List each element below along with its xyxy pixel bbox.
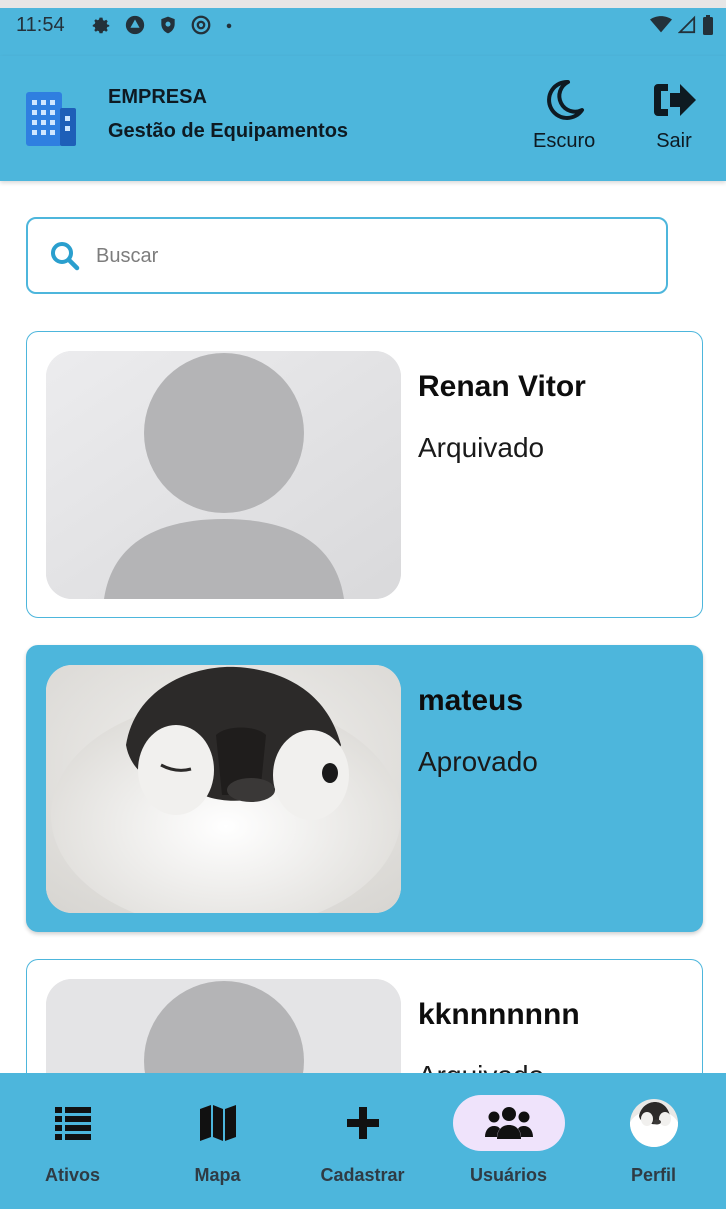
user-name: mateus [418, 684, 524, 717]
signal-icon [678, 15, 696, 34]
at-sign-icon [191, 15, 211, 35]
battery-icon [703, 15, 713, 35]
users-icon [484, 1107, 533, 1139]
search-icon [51, 242, 80, 271]
dark-mode-label: Escuro [533, 130, 596, 152]
nav-label: Perfil [630, 1165, 677, 1185]
status-notification-icons [90, 14, 234, 36]
nav-active-pill [452, 1095, 565, 1151]
nav-icon-container [307, 1095, 419, 1151]
status-time: 11:54 [16, 14, 65, 36]
map-icon [199, 1105, 236, 1141]
nav-item-mapa[interactable]: Mapa [145, 1073, 290, 1209]
nav-label: Mapa [194, 1165, 241, 1185]
moon-icon [547, 79, 585, 120]
user-status: Arquivado [418, 432, 545, 463]
company-name: EMPRESA [108, 86, 207, 108]
plus-icon [346, 1107, 379, 1139]
drive-icon [125, 15, 145, 35]
sign-out-icon [654, 84, 696, 116]
app-subtitle: Gestão de Equipamentos [108, 120, 349, 142]
profile-avatar-icon [629, 1099, 678, 1147]
nav-icon-container [598, 1095, 710, 1151]
nav-icon-container [162, 1095, 274, 1151]
user-status: Aprovado [418, 746, 538, 777]
bottom-navigation: Ativos Mapa Cadastrar Usuários Perfil [0, 1073, 726, 1209]
penguin-avatar-image [46, 665, 401, 913]
user-card-selected[interactable]: mateus Aprovado [26, 645, 703, 932]
user-name: kknnnnnnn [418, 998, 580, 1031]
nav-item-usuarios[interactable]: Usuários [436, 1073, 581, 1209]
building-icon [24, 88, 80, 153]
nav-label: Usuários [469, 1165, 548, 1185]
logout-label: Sair [656, 130, 692, 152]
dark-mode-button[interactable]: Escuro [533, 78, 595, 153]
logout-button[interactable]: Sair [650, 78, 698, 153]
nav-item-cadastrar[interactable]: Cadastrar [290, 1073, 435, 1209]
wifi-icon [650, 16, 672, 33]
user-card[interactable]: Renan Vitor Arquivado [26, 331, 703, 618]
search-input[interactable] [96, 237, 636, 275]
settings-gear-icon [92, 17, 110, 34]
dot-icon [226, 23, 232, 29]
default-avatar-image [46, 351, 401, 599]
nav-label: Cadastrar [320, 1165, 405, 1185]
nav-item-perfil[interactable]: Perfil [581, 1073, 726, 1209]
nav-icon-container [17, 1095, 129, 1151]
system-status-bar: 11:54 [0, 0, 726, 56]
status-system-icons [650, 14, 714, 36]
search-box [26, 217, 668, 294]
app-header: EMPRESA Gestão de Equipamentos Escuro Sa… [0, 56, 726, 181]
user-name: Renan Vitor [418, 370, 586, 403]
list-icon [54, 1107, 91, 1140]
shield-icon [161, 16, 175, 34]
nav-item-ativos[interactable]: Ativos [0, 1073, 145, 1209]
nav-label: Ativos [44, 1165, 100, 1185]
